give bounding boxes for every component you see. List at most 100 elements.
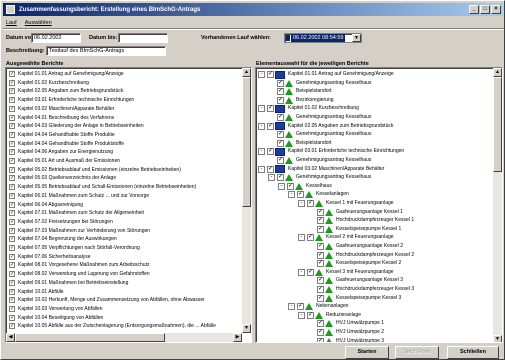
checkbox[interactable]: ✓ <box>9 184 15 191</box>
tree-node[interactable]: ✓ HVJ Umwälzpumpe 3 <box>308 337 384 342</box>
tree-checkbox[interactable]: ✓ <box>267 71 274 78</box>
checkbox[interactable]: ✓ <box>9 131 15 138</box>
report-list-item[interactable]: ✓ Kapitel 04.04 Gehandhabte Stoffe Produk… <box>6 140 124 148</box>
tree-checkbox[interactable]: ✓ <box>267 148 274 156</box>
report-list-item[interactable]: ✓ Kapitel 04.06 Angaben zur Energienutzun… <box>6 148 113 156</box>
scroll-right-icon[interactable]: ▶ <box>233 333 242 342</box>
tree-checkbox[interactable]: ✓ <box>317 286 324 293</box>
report-list-item[interactable]: ✓ Kapitel 04.03 Gliederung der Anlage in … <box>6 122 144 130</box>
report-list-item[interactable]: ✓ Kapitel 03.01 Erforderliche technische … <box>6 96 134 104</box>
report-list-item[interactable]: ✓ Kapitel 04.01 Beschreibung des Verfahre… <box>6 114 114 122</box>
scroll-up-icon[interactable]: ▲ <box>493 68 502 77</box>
tree-checkbox[interactable]: ✓ <box>317 329 324 336</box>
cancel-button[interactable]: Jetzt Ende <box>395 346 439 359</box>
report-list-item[interactable]: ✓ Kapitel 07.04 Begrenzung der Auswirkung… <box>6 235 117 243</box>
tree-expander-icon[interactable]: - <box>298 311 305 319</box>
report-list-item[interactable]: ✓ Kapitel 07.03 Maßnahmen zur Verhinderun… <box>6 227 150 235</box>
checkbox[interactable]: ✓ <box>9 245 15 251</box>
checkbox[interactable]: ✓ <box>9 288 15 295</box>
checkbox[interactable]: ✓ <box>9 166 15 173</box>
tree-checkbox[interactable]: ✓ <box>287 182 294 190</box>
menu-lauf[interactable]: Lauf <box>6 20 17 26</box>
tree-expander-icon[interactable]: - <box>298 268 305 276</box>
checkbox[interactable]: ✓ <box>9 105 15 112</box>
report-list-item[interactable]: ✓ Kapitel 08.01 Vorgesehene Maßnahmen zum… <box>6 261 149 269</box>
report-list-item[interactable]: ✓ Kapitel 06.01 Maßnahmen zum Schutz ... … <box>6 192 149 200</box>
checkbox[interactable]: ✓ <box>9 114 15 121</box>
report-list[interactable]: ✓ Kapitel 01.01 Antrag auf Genehmigung/An… <box>5 67 252 343</box>
close-button[interactable]: Schließen <box>447 346 499 359</box>
report-list-item[interactable]: ✓ Kapitel 10.04 Beseitigung von Abfällen <box>6 314 103 322</box>
tree-checkbox[interactable]: ✓ <box>277 88 284 96</box>
report-list-item[interactable]: ✓ Kapitel 10.02 Herkunft, Menge und Zusam… <box>6 296 205 304</box>
tree-checkbox[interactable]: ✓ <box>317 208 324 216</box>
scroll-left-icon[interactable]: ◀ <box>6 333 15 342</box>
datum-von-field[interactable]: 06.02.2002 <box>31 33 81 43</box>
checkbox[interactable]: ✓ <box>9 79 15 86</box>
tree-checkbox[interactable]: ✓ <box>277 131 284 139</box>
tree-expander-icon[interactable]: - <box>258 165 265 173</box>
checkbox[interactable]: ✓ <box>9 158 15 164</box>
close-window-button[interactable]: × <box>491 5 501 14</box>
tree-expander-icon[interactable]: - <box>268 174 275 182</box>
checkbox[interactable]: ✓ <box>9 201 15 208</box>
checkbox[interactable]: ✓ <box>9 140 15 147</box>
checkbox[interactable]: ✓ <box>9 218 15 225</box>
element-tree-vscroll[interactable]: ▲ ▼ <box>493 68 502 342</box>
tree-checkbox[interactable]: ✓ <box>277 114 284 121</box>
report-list-item[interactable]: ✓ Kapitel 02.05 Angaben zum Betriebsgrund… <box>6 87 123 95</box>
tree-checkbox[interactable]: ✓ <box>307 234 314 242</box>
tree-checkbox[interactable]: ✓ <box>317 243 324 250</box>
checkbox[interactable]: ✓ <box>9 71 15 77</box>
tree-checkbox[interactable]: ✓ <box>277 157 284 164</box>
checkbox[interactable]: ✓ <box>9 227 15 234</box>
report-list-item[interactable]: ✓ Kapitel 07.05 Verpflichtungen nach Stör… <box>6 244 140 252</box>
tree-checkbox[interactable]: ✓ <box>277 139 284 147</box>
report-list-item[interactable]: ✓ Kapitel 01.01 Antrag auf Genehmigung/An… <box>6 70 124 78</box>
tree-checkbox[interactable]: ✓ <box>307 200 314 207</box>
tree-checkbox[interactable]: ✓ <box>317 277 324 285</box>
tree-checkbox[interactable]: ✓ <box>267 105 274 113</box>
tree-checkbox[interactable]: ✓ <box>317 260 324 268</box>
title-bar[interactable]: Zusammenfassungsbericht: Erstellung eine… <box>3 3 503 16</box>
report-list-item[interactable]: ✓ Kapitel 07.01 Maßnahmen zum Schutz der … <box>6 209 144 217</box>
tree-expander-icon[interactable]: - <box>288 303 295 311</box>
checkbox[interactable]: ✓ <box>9 149 15 156</box>
report-list-item[interactable]: ✓ Kapitel 03.02 Maschinen/Apparate Behält… <box>6 105 114 113</box>
checkbox[interactable]: ✓ <box>9 210 15 217</box>
tree-expander-icon[interactable]: - <box>288 191 295 199</box>
menu-auswaehlen[interactable]: Auswählen <box>25 20 52 26</box>
chevron-down-icon[interactable]: ▼ <box>352 34 361 42</box>
report-list-hscroll-thumb[interactable] <box>15 333 165 342</box>
checkbox[interactable]: ✓ <box>9 297 15 304</box>
tree-expander-icon[interactable]: - <box>258 122 265 130</box>
report-list-hscroll[interactable]: ◀ ▶ <box>6 333 242 342</box>
report-list-item[interactable]: ✓ Kapitel 07.02 Freisetzungen bei Störung… <box>6 218 113 226</box>
tree-expander-icon[interactable]: - <box>298 200 305 207</box>
report-list-vscroll[interactable]: ▲ ▼ <box>242 68 251 333</box>
checkbox[interactable]: ✓ <box>9 97 15 104</box>
tree-expander-icon[interactable]: - <box>258 148 265 156</box>
checkbox[interactable]: ✓ <box>9 305 15 312</box>
start-button[interactable]: Starten <box>345 346 389 359</box>
tree-checkbox[interactable]: ✓ <box>277 96 284 104</box>
tree-checkbox[interactable]: ✓ <box>307 268 314 276</box>
checkbox[interactable]: ✓ <box>9 88 15 95</box>
checkbox[interactable]: ✓ <box>9 271 15 278</box>
scroll-down-icon[interactable]: ▼ <box>493 335 502 342</box>
report-list-item[interactable]: ✓ Kapitel 01.02 Kurzbeschreibung <box>6 79 89 87</box>
tree-checkbox[interactable]: ✓ <box>317 320 324 328</box>
report-list-item[interactable]: ✓ Kapitel 05.01 Art und Ausmaß der Emissi… <box>6 157 120 165</box>
tree-checkbox[interactable]: ✓ <box>317 225 324 233</box>
maximize-button[interactable]: □ <box>480 5 490 14</box>
tree-checkbox[interactable]: ✓ <box>277 79 284 87</box>
checkbox[interactable]: ✓ <box>9 323 15 330</box>
tree-checkbox[interactable]: ✓ <box>297 191 304 199</box>
checkbox[interactable]: ✓ <box>9 314 15 321</box>
minimize-button[interactable]: _ <box>469 5 479 14</box>
report-list-item[interactable]: ✓ Kapitel 07.06 Sicherheitsanalyse <box>6 253 91 261</box>
checkbox[interactable]: ✓ <box>9 253 15 260</box>
checkbox[interactable]: ✓ <box>9 262 15 269</box>
checkbox[interactable]: ✓ <box>9 279 15 286</box>
tree-expander-icon[interactable]: - <box>278 182 285 190</box>
